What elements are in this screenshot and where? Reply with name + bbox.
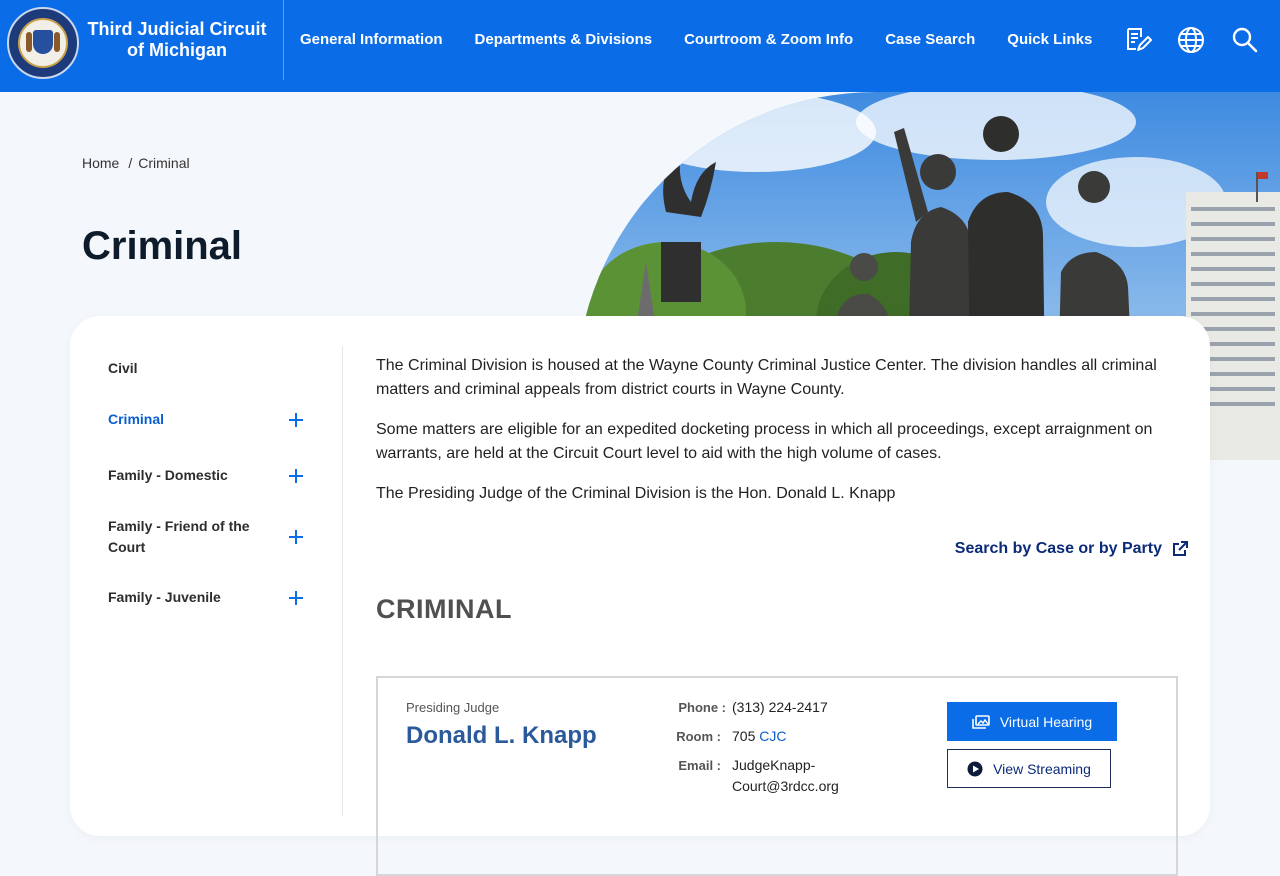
view-streaming-label: View Streaming xyxy=(993,760,1091,777)
expand-family-juvenile-icon[interactable] xyxy=(289,591,303,605)
nav-quick-links[interactable]: Quick Links xyxy=(1007,31,1092,48)
section-heading: CRIMINAL xyxy=(376,594,512,624)
seal-shield xyxy=(33,30,53,54)
expand-family-friend-of-court-icon[interactable] xyxy=(289,530,303,544)
nav-case-search[interactable]: Case Search xyxy=(885,31,975,48)
phone-label: Phone : xyxy=(678,700,726,715)
header-divider xyxy=(283,0,284,80)
room-value: 705 CJC xyxy=(732,726,786,747)
globe-icon[interactable] xyxy=(1177,26,1205,54)
search-by-case-link[interactable]: Search by Case or by Party xyxy=(955,540,1188,558)
judge-info-card: Presiding Judge Donald L. Knapp Phone : … xyxy=(376,676,1178,876)
breadcrumb-separator: / xyxy=(128,155,133,171)
breadcrumb-current: Criminal xyxy=(138,155,190,171)
phone-value: (313) 224-2417 xyxy=(732,699,828,715)
sidenav-item-civil[interactable]: Civil xyxy=(108,358,308,379)
document-edit-icon[interactable] xyxy=(1124,26,1152,54)
page-title: Criminal xyxy=(82,224,243,268)
judge-role: Presiding Judge xyxy=(406,700,500,715)
nav-courtroom-zoom-info[interactable]: Courtroom & Zoom Info xyxy=(684,31,853,48)
external-link-icon xyxy=(1173,541,1188,556)
virtual-hearing-button[interactable]: Virtual Hearing xyxy=(947,702,1117,741)
room-number: 705 xyxy=(732,728,756,744)
sidenav-item-family-domestic[interactable]: Family - Domestic xyxy=(108,465,308,486)
seal-elk-right xyxy=(54,32,60,52)
breadcrumb-home[interactable]: Home xyxy=(82,155,119,171)
view-streaming-button[interactable]: View Streaming xyxy=(947,749,1111,788)
search-by-case-label: Search by Case or by Party xyxy=(954,540,1162,557)
virtual-hearing-label: Virtual Hearing xyxy=(999,713,1093,730)
room-label: Room : xyxy=(676,729,721,744)
sidenav-item-criminal[interactable]: Criminal xyxy=(108,409,308,430)
judge-name[interactable]: Donald L. Knapp xyxy=(406,722,597,750)
email-value[interactable]: JudgeKnapp-Court@3rdcc.org xyxy=(732,755,852,797)
main-nav: General Information Departments & Divisi… xyxy=(300,31,1124,48)
sidenav-item-family-juvenile[interactable]: Family - Juvenile xyxy=(108,587,308,608)
room-building-link[interactable]: CJC xyxy=(759,728,786,744)
photos-icon xyxy=(972,714,990,729)
play-circle-icon xyxy=(967,761,983,776)
site-header: Third Judicial Circuit of Michigan Gener… xyxy=(0,0,1280,92)
card-divider xyxy=(342,346,343,816)
intro-paragraph: The Criminal Division is housed at the W… xyxy=(376,357,1157,398)
court-seal-logo[interactable] xyxy=(7,7,79,79)
seal-elk-left xyxy=(26,32,32,52)
expand-family-domestic-icon[interactable] xyxy=(289,469,303,483)
site-title[interactable]: Third Judicial Circuit of Michigan xyxy=(84,19,270,61)
seal-inner xyxy=(18,18,68,68)
nav-general-information[interactable]: General Information xyxy=(300,31,443,48)
content-card: Civil Criminal Family - Domestic Family … xyxy=(70,316,1210,876)
search-icon[interactable] xyxy=(1231,26,1259,54)
nav-departments-divisions[interactable]: Departments & Divisions xyxy=(475,31,653,48)
docketing-paragraph: Some matters are eligible for an expedit… xyxy=(376,421,1153,462)
expand-criminal-icon[interactable] xyxy=(289,413,303,427)
sidenav-item-family-friend-of-court[interactable]: Family - Friend of the Court xyxy=(108,516,268,558)
breadcrumb: Home / Criminal xyxy=(82,155,190,171)
presiding-judge-paragraph: The Presiding Judge of the Criminal Divi… xyxy=(376,485,896,502)
email-label: Email : xyxy=(678,758,721,773)
